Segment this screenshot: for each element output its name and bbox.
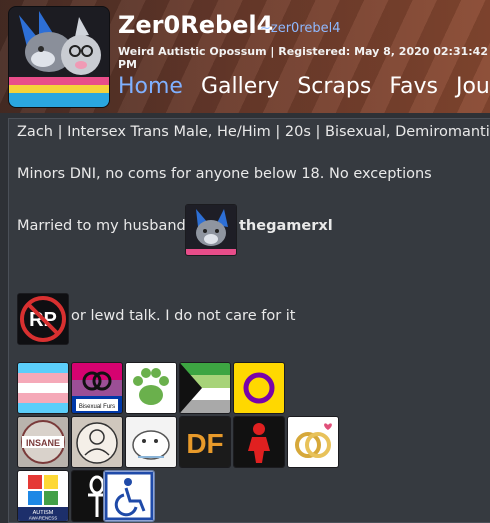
no-rp-badge: RP [17, 293, 69, 345]
profile-handle[interactable]: ~zer0rebel4 [260, 21, 341, 36]
intersex-flag-badge [233, 362, 285, 414]
df-icon: DF [180, 417, 230, 467]
insane-text: INSANE [26, 438, 60, 448]
trans-flag-badge [17, 362, 69, 414]
profile-username: Zer0Rebel4 [118, 11, 274, 39]
profile-header: Zer0Rebel4 ~zer0rebel4 Weird Autistic Op… [0, 0, 490, 113]
paw-badge [125, 362, 177, 414]
autism-awareness-badge: AUTISM AWARENESS [17, 470, 69, 522]
plush-sketch-badge [125, 416, 177, 468]
nav-home[interactable]: Home [118, 74, 183, 99]
profile-tagline: Weird Autistic Opossum [118, 45, 267, 58]
aromantic-flag-badge [179, 362, 231, 414]
husband-link[interactable]: thegamerxl [239, 218, 333, 234]
plush-sketch-icon [126, 417, 176, 467]
insane-badge: INSANE [17, 416, 69, 468]
bio-minors-line: Minors DNI, no coms for anyone below 18.… [17, 166, 432, 182]
wedding-rings-icon [288, 417, 338, 467]
nav-gallery[interactable]: Gallery [201, 74, 279, 99]
no-rp-icon: RP [18, 294, 68, 344]
husband-avatar-icon [186, 205, 236, 255]
bisexual-furs-text: Bisexual Furs [79, 404, 115, 410]
red-figure-badge [233, 416, 285, 468]
profile-nav: Home Gallery Scraps Favs Journa [118, 74, 490, 99]
husband-avatar[interactable] [185, 204, 237, 256]
autism-puzzle-icon: AUTISM AWARENESS [18, 471, 68, 521]
nav-scraps[interactable]: Scraps [297, 74, 371, 99]
paw-icon [126, 363, 176, 413]
trans-flag-icon [18, 363, 68, 413]
awareness-text: AWARENESS [29, 516, 57, 521]
bio-rp-text: or lewd talk. I do not care for it [71, 308, 296, 324]
nav-favs[interactable]: Favs [389, 74, 438, 99]
bisexual-symbol-icon: Bisexual Furs [72, 363, 122, 413]
intersex-flag-icon [234, 363, 284, 413]
demiromantic-flag-icon [180, 363, 230, 413]
nav-journals[interactable]: Journa [456, 74, 490, 99]
bio-married-text: Married to my husband [17, 218, 186, 234]
character-sketch-icon [72, 417, 122, 467]
insane-icon: INSANE [18, 417, 68, 467]
opossum-avatar-icon [9, 7, 109, 107]
wedding-rings-badge [287, 416, 339, 468]
wheelchair-badge [103, 470, 155, 522]
df-text: DF [186, 428, 223, 459]
wheelchair-icon [104, 471, 154, 521]
character-sketch-badge [71, 416, 123, 468]
profile-meta: Weird Autistic Opossum | Registered: May… [118, 45, 490, 71]
bio-identity-line: Zach | Intersex Trans Male, He/Him | 20s… [17, 124, 490, 140]
red-figure-icon [234, 417, 284, 467]
bisexual-furs-badge: Bisexual Furs [71, 362, 123, 414]
df-badge: DF [179, 416, 231, 468]
profile-avatar[interactable] [8, 6, 110, 108]
profile-bio-panel: Zach | Intersex Trans Male, He/Him | 20s… [8, 118, 490, 523]
